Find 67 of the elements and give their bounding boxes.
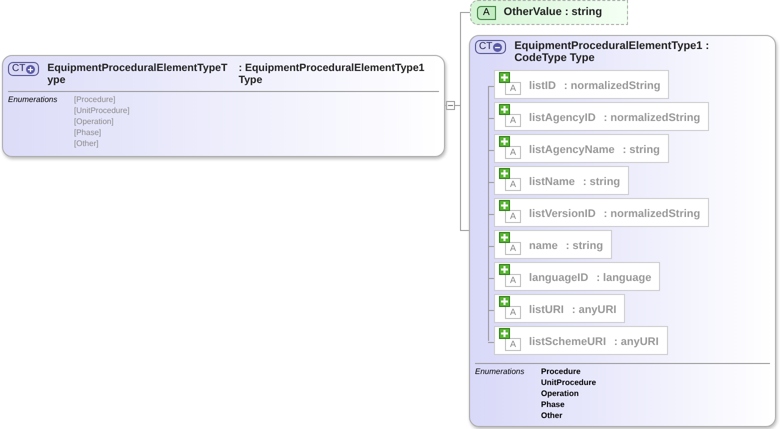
add-icon[interactable] xyxy=(499,104,510,115)
attribute-node[interactable]: A listSchemeURI : anyURI xyxy=(494,326,668,355)
attribute-badge: A xyxy=(505,146,522,158)
attribute-node[interactable]: A name : string xyxy=(494,230,612,259)
minus-icon xyxy=(493,42,502,52)
node-type: : EquipmentProceduralElementType1 Type xyxy=(238,62,426,86)
attribute-type: : string xyxy=(582,175,620,190)
attribute-type: : language xyxy=(596,271,652,286)
enumeration-value: [Other] xyxy=(74,138,100,149)
enumerations-label: Enumerations xyxy=(8,94,58,106)
attribute-type: : normalizedString xyxy=(604,207,700,222)
attribute-type: : anyURI xyxy=(572,303,616,318)
attribute-badge: A xyxy=(505,242,522,254)
attribute-node[interactable]: A listAgencyName : string xyxy=(494,134,669,163)
attribute-name: listVersionID xyxy=(529,207,596,222)
attribute-badge: A xyxy=(505,306,522,318)
attribute-node[interactable]: A listURI : anyURI xyxy=(494,294,626,323)
enumeration-value: [Phase] xyxy=(74,127,102,138)
attribute-name: listName xyxy=(529,175,575,190)
enumeration-value: Phase xyxy=(541,399,566,410)
attribute-type: : normalizedString xyxy=(604,111,700,126)
attribute-node[interactable]: A listName : string xyxy=(494,166,630,195)
attribute-name: name xyxy=(529,239,558,254)
add-icon[interactable] xyxy=(499,168,510,179)
plus-icon xyxy=(26,64,36,74)
attribute-name: listURI xyxy=(529,303,564,318)
add-icon[interactable] xyxy=(499,72,510,83)
enumeration-value: [Procedure] xyxy=(74,94,116,105)
attribute-name: listAgencyName xyxy=(529,143,615,158)
node-name: EquipmentProceduralElementType1 : CodeType Type xyxy=(514,40,710,64)
attribute-badge: A xyxy=(505,338,522,350)
attribute-badge: A xyxy=(505,178,522,190)
attribute-name: OtherValue : string xyxy=(504,5,602,20)
attribute-type: : normalizedString xyxy=(564,79,660,94)
type-badge[interactable]: CT xyxy=(8,62,40,76)
attribute-node[interactable]: A listVersionID : normalizedString xyxy=(494,198,710,227)
enumeration-value: Procedure xyxy=(541,366,582,377)
type-badge[interactable]: CT xyxy=(475,40,506,54)
attribute-name: listSchemeURI xyxy=(529,335,606,350)
attribute-type: : string xyxy=(566,239,604,254)
add-icon[interactable] xyxy=(499,296,510,307)
attribute-node[interactable]: A listAgencyID : normalizedString xyxy=(494,102,710,131)
add-icon[interactable] xyxy=(499,328,510,339)
add-icon[interactable] xyxy=(499,136,510,147)
enumerations-label: Enumerations xyxy=(475,366,526,378)
attribute-badge: A xyxy=(505,114,522,126)
collapse-icon[interactable] xyxy=(446,101,455,110)
add-icon[interactable] xyxy=(499,264,510,275)
attribute-type: : string xyxy=(622,143,660,158)
attribute-type: : anyURI xyxy=(614,335,659,350)
enumeration-value: Operation xyxy=(541,388,580,399)
attribute-node[interactable]: A listID : normalizedString xyxy=(494,70,670,99)
enumeration-value: UnitProcedure xyxy=(541,377,596,388)
attribute-name: languageID xyxy=(529,271,588,286)
attribute-name: listID xyxy=(529,79,556,94)
enumeration-value: [UnitProcedure] xyxy=(74,105,130,116)
node-name: EquipmentProceduralElementTypeT ype xyxy=(47,62,228,86)
add-icon[interactable] xyxy=(499,232,510,243)
enumeration-value: [Operation] xyxy=(74,116,115,127)
enumeration-value: Other xyxy=(541,410,564,421)
attribute-badge: A xyxy=(505,82,522,94)
attribute-badge: A xyxy=(477,6,496,20)
attribute-badge: A xyxy=(505,274,522,286)
attribute-node[interactable]: A languageID : language xyxy=(494,262,660,291)
add-icon[interactable] xyxy=(499,200,510,211)
attribute-badge: A xyxy=(505,210,522,222)
attribute-name: listAgencyID xyxy=(529,111,596,126)
